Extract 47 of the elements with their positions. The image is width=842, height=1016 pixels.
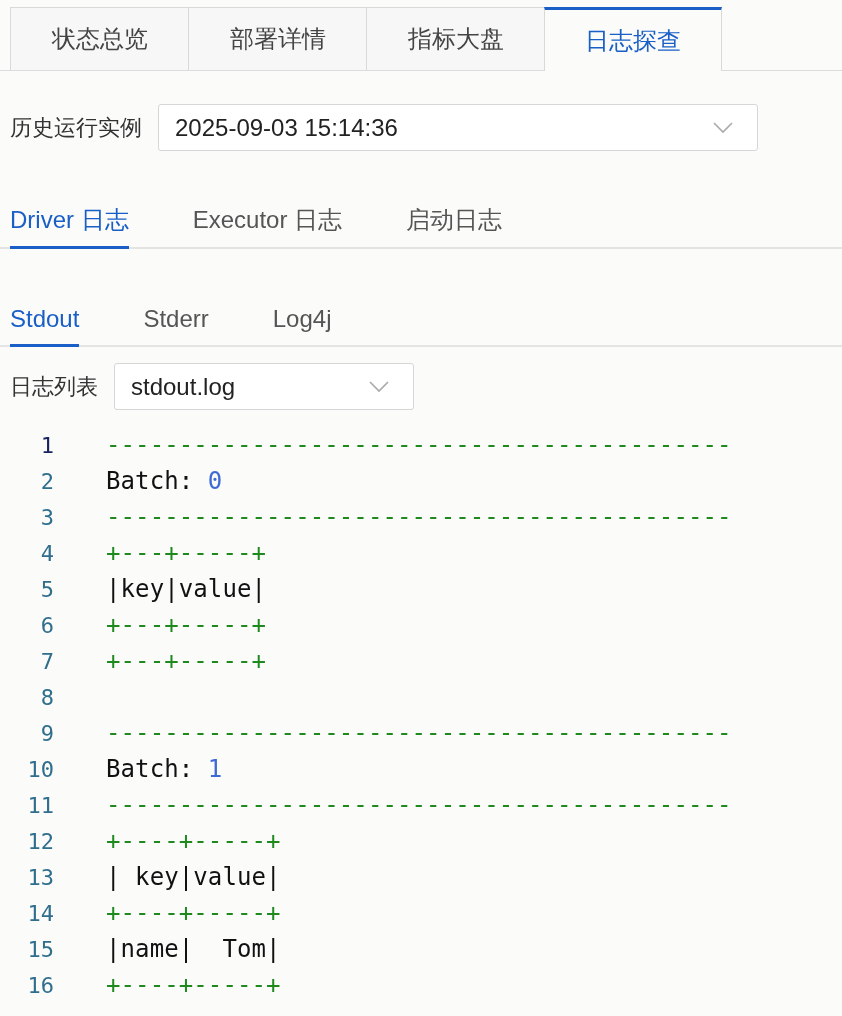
chevron-down-icon bbox=[369, 380, 389, 393]
log-tab[interactable]: 启动日志 bbox=[406, 193, 503, 249]
line-number: 14 bbox=[26, 900, 54, 926]
line-number: 1 bbox=[39, 432, 54, 458]
log-line: +----+-----+ bbox=[106, 827, 281, 855]
line-number: 10 bbox=[26, 756, 54, 782]
line-number: 4 bbox=[39, 540, 54, 566]
line-number: 12 bbox=[26, 828, 54, 854]
stream-tab[interactable]: Stdout bbox=[10, 293, 80, 347]
stream-tab[interactable]: Log4j bbox=[272, 293, 332, 347]
main-tab[interactable]: 状态总览 bbox=[10, 7, 188, 70]
line-number: 15 bbox=[26, 936, 54, 962]
log-line: +---+-----+ bbox=[106, 647, 267, 675]
log-line: +----+-----+ bbox=[106, 971, 281, 999]
chevron-down-icon bbox=[713, 121, 733, 134]
log-line: |key|value| bbox=[106, 575, 267, 603]
log-line: +---+-----+ bbox=[106, 539, 267, 567]
log-tab[interactable]: Executor 日志 bbox=[192, 193, 343, 249]
stream-tab[interactable]: Stderr bbox=[143, 293, 209, 347]
file-select[interactable]: stdout.log bbox=[114, 363, 414, 410]
log-line: ------------------------------------------- bbox=[106, 791, 732, 819]
log-line: ------------------------------------------- bbox=[106, 719, 732, 747]
log-line: | key|value| bbox=[106, 863, 281, 891]
log-line: Batch: 1 bbox=[106, 755, 223, 783]
log-tab[interactable]: Driver 日志 bbox=[10, 193, 129, 249]
main-tab[interactable]: 部署详情 bbox=[188, 7, 366, 70]
line-number: 9 bbox=[39, 720, 54, 746]
main-tab[interactable]: 指标大盘 bbox=[366, 7, 544, 70]
log-line: +---+-----+ bbox=[106, 611, 267, 639]
file-label: 日志列表 bbox=[10, 372, 98, 401]
log-line: |name| Tom| bbox=[106, 935, 281, 963]
log-line: ------------------------------------------- bbox=[106, 503, 732, 531]
instance-select[interactable]: 2025-09-03 15:14:36 bbox=[158, 104, 758, 151]
line-number: 13 bbox=[26, 864, 54, 890]
line-number: 6 bbox=[39, 612, 54, 638]
instance-label: 历史运行实例 bbox=[10, 113, 142, 142]
line-number: 2 bbox=[39, 468, 54, 494]
line-number: 7 bbox=[39, 648, 54, 674]
line-number: 8 bbox=[39, 684, 54, 710]
line-number: 11 bbox=[26, 792, 54, 818]
line-number: 5 bbox=[39, 576, 54, 602]
log-line: Batch: 0 bbox=[106, 467, 223, 495]
line-number: 3 bbox=[39, 504, 54, 530]
log-line: +----+-----+ bbox=[106, 899, 281, 927]
main-tab[interactable]: 日志探查 bbox=[544, 7, 722, 71]
log-line: ------------------------------------------- bbox=[106, 431, 732, 459]
line-number: 16 bbox=[26, 972, 54, 998]
